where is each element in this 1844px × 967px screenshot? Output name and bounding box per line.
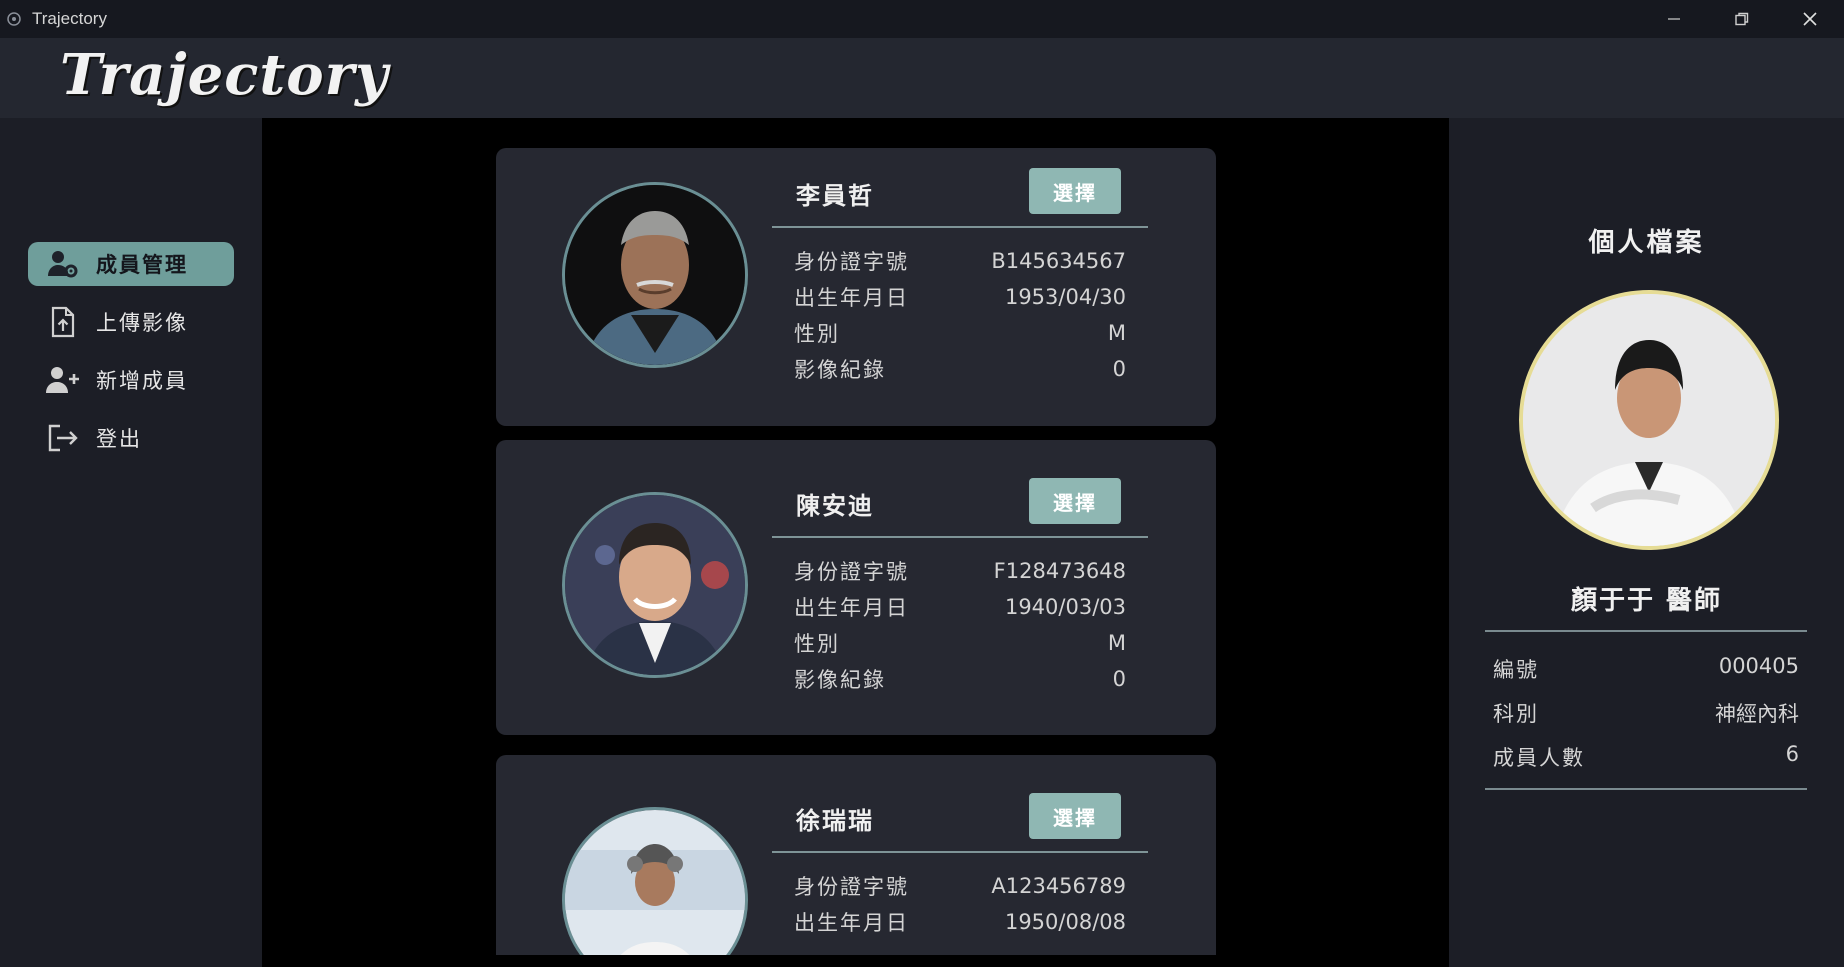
member-name: 陳安迪 — [796, 492, 874, 520]
member-avatar — [562, 182, 748, 368]
field-label: 身份證字號 — [794, 250, 909, 274]
birthdate-row: 出生年月日 1950/08/08 — [794, 905, 1126, 939]
user-plus-icon — [46, 363, 80, 397]
card-divider — [772, 851, 1148, 853]
sidebar-item-label: 成員管理 — [96, 253, 188, 277]
sidebar-item-label: 新增成員 — [96, 369, 188, 393]
card-divider — [772, 226, 1148, 228]
id-number-row: 身份證字號 F128473648 — [794, 554, 1126, 588]
profile-value: 000405 — [1718, 654, 1799, 678]
field-label: 性別 — [794, 632, 840, 656]
member-avatar — [562, 492, 748, 678]
close-icon — [1803, 12, 1817, 26]
profile-row-department: 科別 神經內科 — [1493, 698, 1799, 728]
logout-icon — [46, 421, 80, 455]
profile-panel: 個人檔案 顏于于 醫師 編號 000405 科別 神經內科 成員人數 6 — [1449, 118, 1844, 967]
field-label: 出生年月日 — [794, 596, 909, 620]
member-avatar — [562, 807, 748, 955]
profile-value: 神經內科 — [1715, 702, 1799, 726]
field-value: F128473648 — [993, 559, 1126, 583]
field-label: 身份證字號 — [794, 560, 909, 584]
profile-value: 6 — [1785, 742, 1799, 766]
profile-label: 科別 — [1493, 702, 1539, 726]
image-records-row: 影像紀錄 0 — [794, 662, 1126, 696]
select-button[interactable]: 選擇 — [1029, 793, 1121, 839]
profile-row-member-count: 成員人數 6 — [1493, 742, 1799, 772]
sidebar-item-upload-image[interactable]: 上傳影像 — [28, 300, 234, 344]
profile-avatar — [1519, 290, 1779, 550]
image-records-row: 影像紀錄 0 — [794, 352, 1126, 386]
app-icon — [7, 12, 21, 26]
file-upload-icon — [46, 305, 80, 339]
birthdate-row: 出生年月日 1953/04/30 — [794, 280, 1126, 314]
profile-label: 成員人數 — [1493, 746, 1585, 770]
sidebar-item-add-member[interactable]: 新增成員 — [28, 358, 234, 402]
field-label: 出生年月日 — [794, 911, 909, 935]
card-divider — [772, 536, 1148, 538]
field-label: 影像紀錄 — [794, 358, 886, 382]
gender-row: 性別 M — [794, 316, 1126, 350]
select-button[interactable]: 選擇 — [1029, 168, 1121, 214]
app-header: Trajectory — [0, 38, 1844, 118]
field-label: 影像紀錄 — [794, 668, 886, 692]
restore-icon — [1735, 12, 1749, 26]
minimize-icon — [1668, 18, 1680, 20]
user-gear-icon — [46, 247, 80, 281]
field-label: 性別 — [794, 322, 840, 346]
birthdate-row: 出生年月日 1940/03/03 — [794, 590, 1126, 624]
sidebar-item-label: 登出 — [96, 427, 142, 451]
sidebar-item-label: 上傳影像 — [96, 311, 188, 335]
sidebar-item-member-management[interactable]: 成員管理 — [28, 242, 234, 286]
close-button[interactable] — [1776, 0, 1844, 38]
profile-divider — [1485, 630, 1807, 632]
field-value: B145634567 — [991, 249, 1126, 273]
field-value: 0 — [1112, 667, 1126, 691]
profile-title: 個人檔案 — [1588, 228, 1705, 258]
sidebar: 成員管理 上傳影像 新增成員 登出 — [0, 118, 262, 967]
brand-logo: Trajectory — [60, 42, 389, 108]
id-number-row: 身份證字號 A123456789 — [794, 869, 1126, 903]
field-value: M — [1107, 631, 1126, 655]
field-value: 1950/08/08 — [1004, 910, 1126, 934]
gender-row: 性別 M — [794, 626, 1126, 660]
id-number-row: 身份證字號 B145634567 — [794, 244, 1126, 278]
profile-divider — [1485, 788, 1807, 790]
member-card: 陳安迪 選擇 身份證字號 F128473648 出生年月日 1940/03/03… — [496, 440, 1216, 735]
profile-row-id: 編號 000405 — [1493, 654, 1799, 684]
restore-button[interactable] — [1708, 0, 1776, 38]
sidebar-item-logout[interactable]: 登出 — [28, 416, 234, 460]
member-list[interactable]: 李員哲 選擇 身份證字號 B145634567 出生年月日 1953/04/30… — [262, 118, 1449, 967]
field-value: 1953/04/30 — [1004, 285, 1126, 309]
field-label: 身份證字號 — [794, 875, 909, 899]
window-titlebar: Trajectory — [0, 0, 1844, 38]
member-name: 徐瑞瑞 — [796, 807, 874, 835]
field-value: A123456789 — [991, 874, 1126, 898]
window-title: Trajectory — [32, 9, 107, 28]
member-name: 李員哲 — [796, 182, 874, 210]
profile-name: 顏于于 醫師 — [1570, 586, 1723, 616]
profile-label: 編號 — [1493, 658, 1539, 682]
field-value: M — [1107, 321, 1126, 345]
minimize-button[interactable] — [1640, 0, 1708, 38]
member-card: 李員哲 選擇 身份證字號 B145634567 出生年月日 1953/04/30… — [496, 148, 1216, 426]
member-card: 徐瑞瑞 選擇 身份證字號 A123456789 出生年月日 1950/08/08 — [496, 755, 1216, 955]
select-button[interactable]: 選擇 — [1029, 478, 1121, 524]
field-value: 1940/03/03 — [1004, 595, 1126, 619]
field-label: 出生年月日 — [794, 286, 909, 310]
field-value: 0 — [1112, 357, 1126, 381]
